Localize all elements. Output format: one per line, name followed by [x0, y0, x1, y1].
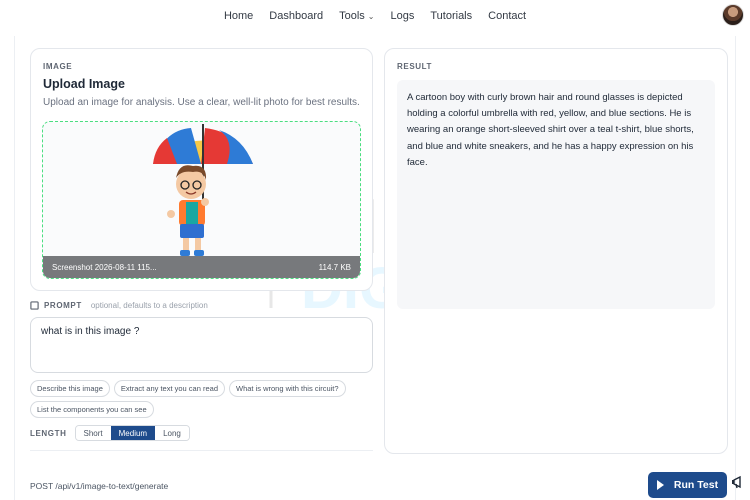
suggestion-chip[interactable]: What is wrong with this circuit? — [229, 380, 346, 397]
nav-home[interactable]: Home — [216, 10, 261, 22]
nav-contact[interactable]: Contact — [480, 10, 534, 22]
avatar[interactable] — [722, 4, 744, 26]
prompt-hint: optional, defaults to a description — [90, 301, 208, 310]
upload-title: Upload Image — [43, 77, 125, 91]
suggestion-chip[interactable]: Describe this image — [30, 380, 110, 397]
length-label: LENGTH — [30, 428, 67, 438]
image-dropzone[interactable]: Screenshot 2026-08-11 115... 114.7 KB — [42, 121, 361, 279]
prompt-input[interactable]: what is in this image ? — [30, 317, 373, 373]
suggestion-chip[interactable]: List the components you can see — [30, 401, 154, 418]
result-card: RESULT A cartoon boy with curly brown ha… — [384, 48, 728, 454]
nav-home-label: Home — [223, 10, 254, 22]
length-selector: Short Medium Long — [74, 425, 190, 441]
top-nav: Home Dashboard Tools ⌄ Logs Tutorials Con… — [0, 0, 750, 32]
nav-logs-label: Logs — [390, 10, 415, 22]
chevron-down-icon: ⌄ — [367, 11, 375, 21]
length-medium-button[interactable]: Medium — [110, 426, 156, 440]
play-icon — [656, 480, 664, 490]
uploaded-image-preview — [153, 124, 253, 256]
upload-subtitle: Upload an image for analysis. Use a clea… — [43, 97, 360, 108]
file-info-bar: Screenshot 2026-08-11 115... 114.7 KB — [43, 256, 360, 278]
file-size: 114.7 KB — [318, 262, 351, 272]
run-test-label: Run Test — [673, 479, 719, 491]
nav-tools-label: Tools — [339, 10, 365, 22]
result-section-label: RESULT — [397, 62, 433, 71]
suggestion-chip[interactable]: Extract any text you can read — [113, 380, 225, 397]
length-long-button[interactable]: Long — [155, 426, 189, 440]
result-text: A cartoon boy with curly brown hair and … — [397, 80, 715, 309]
nav-tutorials-label: Tutorials — [430, 10, 473, 22]
nav-dashboard-label: Dashboard — [269, 10, 324, 22]
nav-dashboard[interactable]: Dashboard — [261, 10, 331, 22]
prompt-label: PROMPT — [44, 301, 82, 310]
nav-tutorials[interactable]: Tutorials — [422, 10, 480, 22]
prompt-suggestions: Describe this image Extract any text you… — [30, 380, 375, 418]
prompt-label-row: PROMPT optional, defaults to a descripti… — [30, 301, 208, 310]
megaphone-icon[interactable] — [731, 474, 747, 490]
length-short-button[interactable]: Short — [75, 426, 111, 440]
prompt-square-icon — [30, 301, 39, 310]
length-row: LENGTH Short Medium Long — [30, 425, 190, 441]
nav-tools[interactable]: Tools ⌄ — [331, 10, 382, 22]
image-card: IMAGE Upload Image Upload an image for a… — [30, 48, 373, 291]
nav-items: Home Dashboard Tools ⌄ Logs Tutorials Con… — [216, 10, 534, 22]
file-name: Screenshot 2026-08-11 115... — [52, 262, 157, 272]
nav-contact-label: Contact — [488, 10, 527, 22]
nav-logs[interactable]: Logs — [383, 10, 423, 22]
image-section-label: IMAGE — [43, 62, 73, 71]
divider — [30, 450, 373, 451]
run-test-button[interactable]: Run Test — [648, 472, 727, 498]
api-endpoint: POST /api/v1/image-to-text/generate — [30, 481, 169, 491]
